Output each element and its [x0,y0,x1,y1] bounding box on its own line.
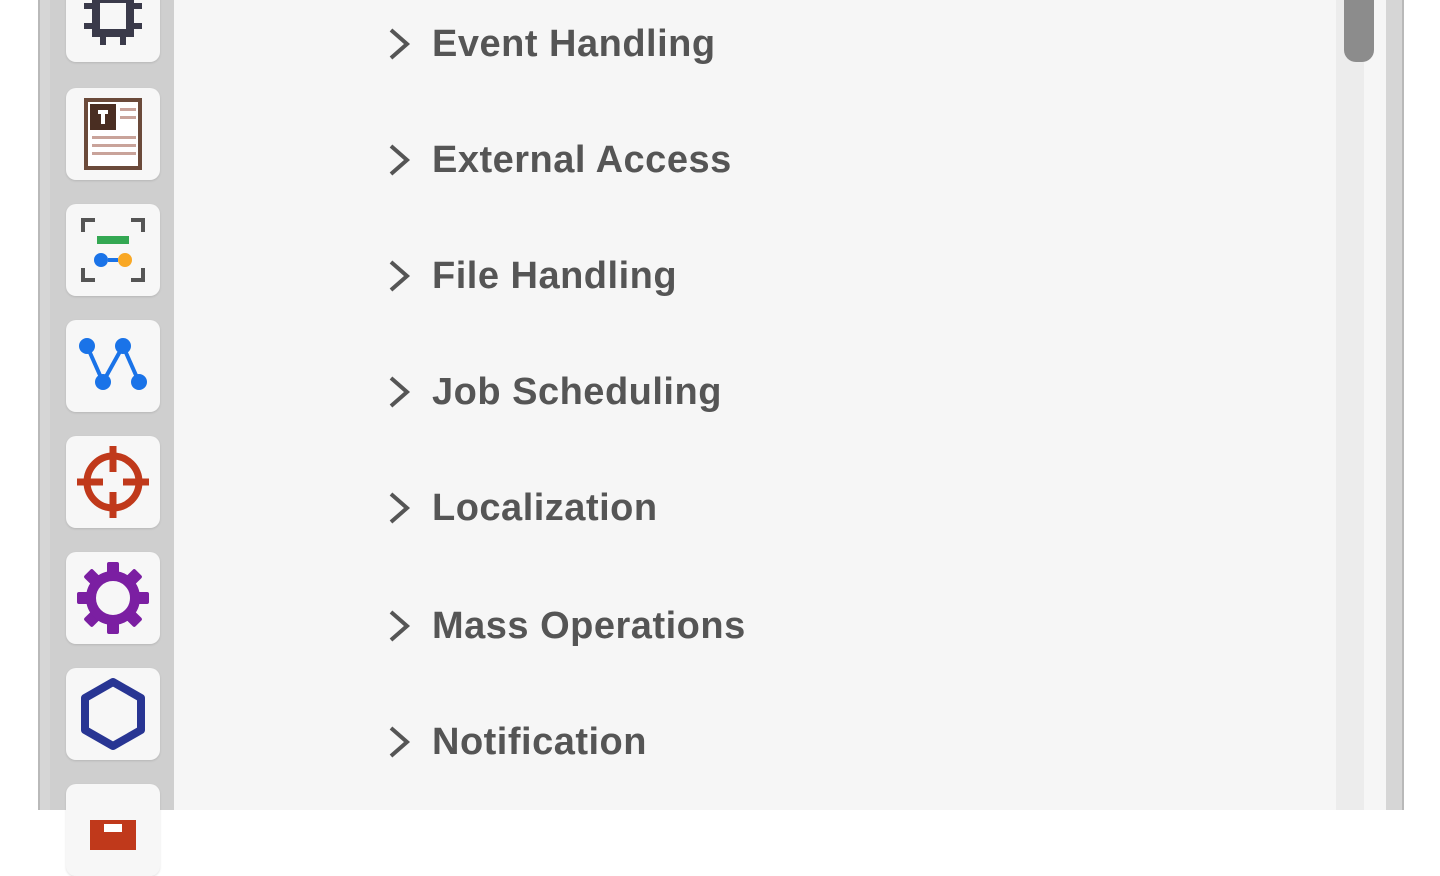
list-item-event-handling[interactable]: Event Handling [386,14,716,74]
rail-button-hexagon[interactable] [66,668,160,760]
list-item-label: Event Handling [432,22,716,65]
list-item-label: File Handling [432,254,678,297]
list-item-localization[interactable]: Localization [386,478,658,538]
chip-icon [84,0,142,45]
rail-button-target[interactable] [66,436,160,528]
rail-button-template[interactable] [66,88,160,180]
chevron-right-icon [386,24,412,64]
scrollbar-track[interactable] [1336,0,1364,810]
list-item-label: Notification [432,720,647,763]
icon-rail [50,0,174,876]
chevron-right-icon [386,722,412,762]
app-window: Event Handling External Access File Hand… [38,0,1404,876]
list-item-notification[interactable]: Notification [386,712,647,772]
gear-icon [77,562,149,634]
chevron-right-icon [386,488,412,528]
list-item-external-access[interactable]: External Access [386,130,732,190]
network-nodes-icon [79,338,147,390]
rail-button-chip[interactable] [66,0,160,62]
crosshair-icon [77,446,149,518]
chevron-right-icon [386,140,412,180]
scrollbar-thumb[interactable] [1344,0,1374,62]
chevron-right-icon [386,606,412,646]
list-item-file-handling[interactable]: File Handling [386,246,677,306]
list-item-label: Localization [432,486,658,529]
hexagon-icon [81,678,145,750]
scan-flow-icon [81,218,145,282]
list-item-label: Job Scheduling [432,370,722,413]
rail-button-folder[interactable] [66,784,160,876]
chevron-right-icon [386,256,412,296]
list-item-mass-operations[interactable]: Mass Operations [386,596,746,656]
list-item-job-scheduling[interactable]: Job Scheduling [386,362,722,422]
rail-button-network[interactable] [66,320,160,412]
rail-button-settings[interactable] [66,552,160,644]
document-template-icon [84,98,142,170]
list-item-label: External Access [432,138,732,181]
chevron-right-icon [386,372,412,412]
rail-button-scan[interactable] [66,204,160,296]
list-item-label: Mass Operations [432,604,746,647]
category-list-panel: Event Handling External Access File Hand… [174,0,1386,810]
red-folder-icon [90,820,136,850]
